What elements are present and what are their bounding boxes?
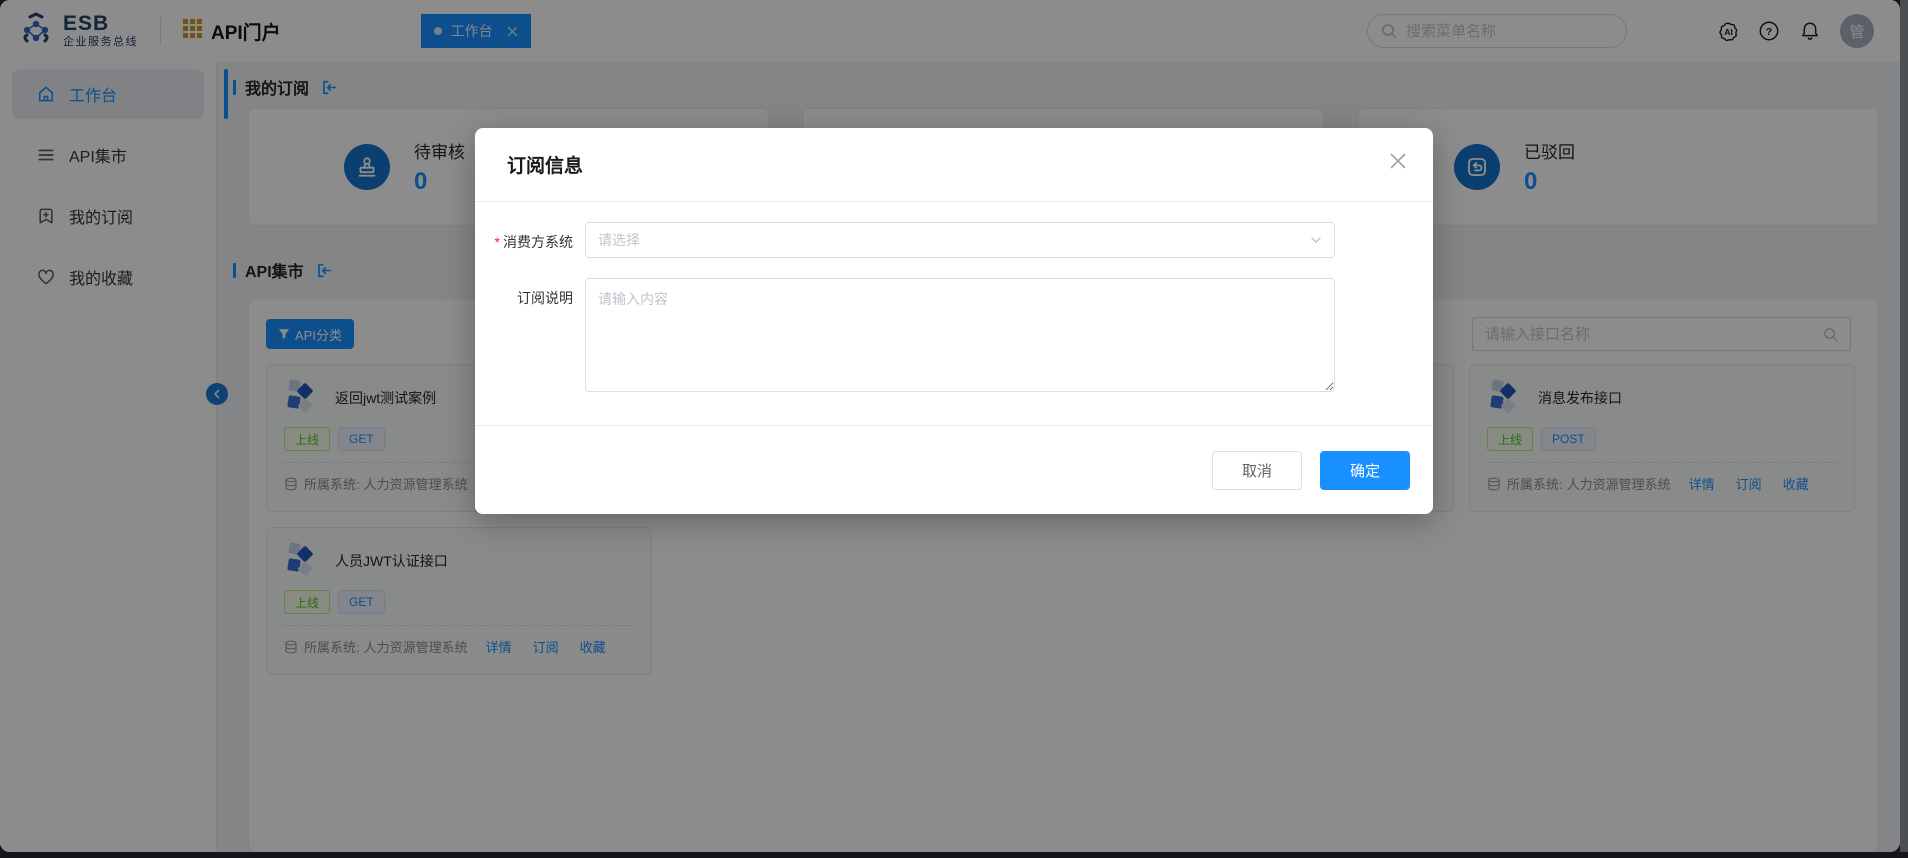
chevron-down-icon bbox=[1310, 234, 1322, 246]
required-mark: * bbox=[494, 234, 500, 250]
cancel-button[interactable]: 取消 bbox=[1212, 450, 1302, 490]
app-window: ESB 企业服务总线 API门户 工作台 搜索菜单名称 AI ? 管 工作台 A… bbox=[0, 0, 1900, 852]
consumer-system-select[interactable]: 请选择 bbox=[585, 222, 1335, 258]
description-textarea[interactable] bbox=[585, 278, 1335, 392]
select-placeholder: 请选择 bbox=[598, 232, 640, 248]
consumer-system-label: * 消费方系统 bbox=[494, 234, 573, 250]
subscription-dialog: 订阅信息 * 消费方系统 请选择 订阅说明 请输入内容 取消 确定 bbox=[475, 128, 1433, 514]
page-vertical-scrollbar[interactable] bbox=[1900, 0, 1908, 852]
dialog-title: 订阅信息 bbox=[507, 156, 584, 177]
confirm-button[interactable]: 确定 bbox=[1320, 450, 1410, 490]
close-icon[interactable] bbox=[1389, 152, 1407, 170]
description-label: 订阅说明 bbox=[517, 290, 573, 306]
